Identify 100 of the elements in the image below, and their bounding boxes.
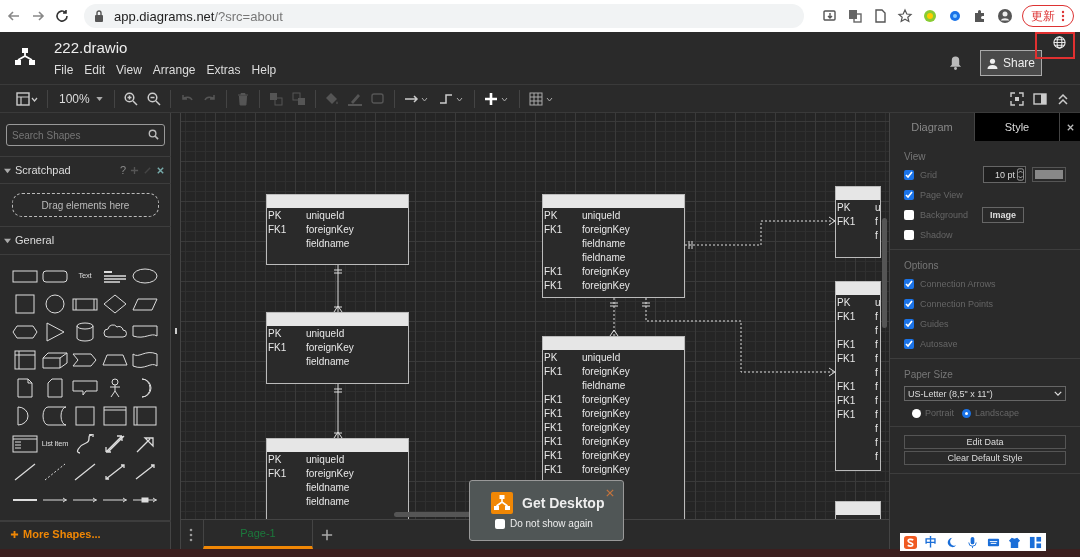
double-arrow-line-icon[interactable] (102, 461, 128, 482)
logo-icon[interactable] (14, 47, 36, 67)
grid-icon[interactable] (1029, 535, 1042, 549)
checkbox[interactable] (904, 209, 914, 220)
square-icon[interactable] (72, 405, 98, 426)
line-color-icon[interactable] (347, 91, 362, 106)
translate-icon[interactable] (847, 8, 863, 24)
internal-storage-icon[interactable] (12, 349, 38, 370)
checkbox[interactable] (495, 518, 505, 529)
entity-table[interactable]: PK u FK1 f f FK1 f FK1 f f FK1 f FK1 f FK1 f f f f (835, 281, 881, 471)
zoom-out-icon[interactable] (146, 91, 161, 106)
update-button[interactable]: 更新 (1022, 5, 1074, 27)
address-bar[interactable]: app.diagrams.net/?src=about (84, 4, 804, 28)
wave-icon[interactable] (132, 349, 158, 370)
connector[interactable] (609, 297, 619, 337)
panel-button[interactable]: Edit Data (904, 435, 1066, 449)
add-page-icon[interactable] (321, 528, 333, 541)
field-name: fieldname (306, 355, 350, 367)
radio-button[interactable] (912, 408, 921, 418)
search-icon[interactable] (148, 129, 159, 140)
connector[interactable] (333, 264, 343, 313)
ime-logo-icon[interactable] (904, 535, 917, 549)
checkbox[interactable] (904, 318, 914, 329)
grid-color-swatch[interactable] (1032, 167, 1066, 182)
checkbox[interactable] (904, 298, 914, 309)
menu-item[interactable]: Extras (206, 63, 241, 77)
microphone-icon[interactable] (966, 535, 979, 549)
drop-zone[interactable]: Drag elements here (12, 193, 159, 218)
share-button[interactable]: Share (979, 50, 1042, 76)
panel-layout-icon[interactable] (16, 91, 38, 106)
checkbox-label[interactable]: Do not show again (510, 518, 593, 529)
ellipse-icon[interactable] (132, 265, 158, 286)
close-button[interactable] (1060, 113, 1080, 141)
checkbox[interactable] (904, 229, 914, 240)
connector[interactable] (333, 383, 343, 439)
square-icon[interactable] (12, 293, 38, 314)
scrollbar[interactable] (882, 218, 887, 328)
fill-color-icon[interactable] (324, 91, 339, 106)
entity-table[interactable]: PK uniqueId FK1 foreignKey fieldname fieldname FK1 foreignKey FK1 foreignKey (542, 194, 685, 298)
spinner-icon[interactable] (1017, 168, 1024, 181)
entity-table[interactable]: PK uniqueId FK1 foreignKey fieldname (266, 312, 409, 384)
bell-icon[interactable] (948, 55, 962, 71)
list-icon[interactable] (12, 433, 38, 454)
format-panel-icon[interactable] (1033, 91, 1047, 106)
zoom-dropdown[interactable]: 100% (57, 91, 105, 106)
storage-icon[interactable] (42, 405, 68, 426)
entity-table[interactable]: PK uniqueId FK1 foreignKey fieldname fieldname (266, 438, 409, 520)
menu-item[interactable]: Edit (84, 63, 106, 77)
search-field[interactable]: Search Shapes (6, 124, 165, 146)
extension-icon[interactable] (947, 8, 963, 24)
globe-icon[interactable] (1053, 36, 1066, 49)
moon-icon[interactable] (945, 535, 958, 549)
checkbox[interactable] (904, 189, 914, 200)
callout-icon[interactable] (72, 377, 98, 398)
connector[interactable] (641, 297, 836, 377)
help-link[interactable]: ? (119, 164, 126, 177)
key-label: FK1 (543, 265, 564, 277)
menu-item[interactable]: File (54, 63, 74, 77)
checkbox[interactable] (904, 169, 914, 180)
paper-size-select[interactable]: US-Letter (8,5" x 11") (904, 386, 1066, 401)
waypoint-icon[interactable] (438, 91, 465, 106)
image-button[interactable]: Image (982, 206, 1025, 223)
table-icon[interactable] (528, 91, 555, 106)
input-mode-label[interactable]: 中 (925, 533, 937, 551)
panel-button[interactable]: Clear Default Style (904, 451, 1066, 465)
page-menu-icon[interactable] (189, 527, 193, 542)
key-label: PK (836, 296, 852, 308)
dotted-line-icon[interactable] (42, 461, 68, 482)
bookmark-star-icon[interactable] (897, 8, 913, 24)
circle-icon[interactable] (42, 293, 68, 314)
container-icon[interactable] (102, 405, 128, 426)
fullscreen-icon[interactable] (1010, 91, 1024, 106)
menu-item[interactable]: View (116, 63, 142, 77)
entity-table[interactable]: PK u FK1 f f (835, 186, 881, 258)
menu-item[interactable]: Arrange (152, 63, 196, 77)
close-icon[interactable] (156, 165, 165, 175)
shirt-icon[interactable] (1008, 535, 1021, 549)
zoom-in-icon[interactable] (123, 91, 138, 106)
checkbox[interactable] (904, 278, 914, 289)
line-icon[interactable] (72, 461, 98, 482)
radio-button[interactable] (962, 408, 971, 418)
diagram-canvas[interactable] (181, 113, 889, 520)
entity-table[interactable]: PK uniqueId FK1 foreignKey fieldname (266, 194, 409, 265)
key-label: FK1 (267, 467, 288, 479)
diamond-icon[interactable] (102, 293, 128, 314)
collapse-icon[interactable] (1056, 91, 1070, 106)
insert-plus-icon[interactable] (483, 91, 510, 106)
checkbox[interactable] (904, 338, 914, 349)
document-title[interactable]: 222.drawio (54, 39, 277, 56)
grid-size-field[interactable]: 10 pt (983, 166, 1026, 183)
avatar-icon[interactable] (997, 8, 1013, 24)
cube-icon[interactable] (42, 349, 68, 370)
menu-item[interactable]: Help (251, 63, 277, 77)
reload-icon[interactable] (54, 8, 70, 24)
install-icon[interactable] (822, 8, 838, 24)
panel-tab[interactable]: Style (975, 113, 1060, 141)
line-icon[interactable] (12, 461, 38, 482)
container-icon[interactable] (132, 405, 158, 426)
document-icon[interactable] (872, 8, 888, 24)
field-name: u (875, 296, 880, 308)
